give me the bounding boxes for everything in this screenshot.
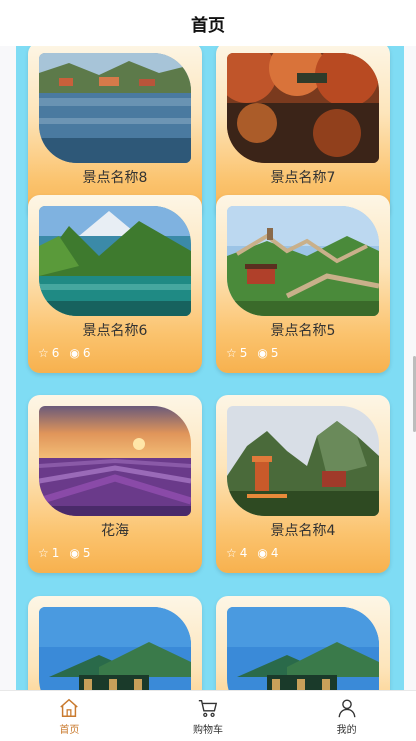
scenic-card[interactable] — [216, 596, 390, 690]
view-count: 6 — [82, 346, 91, 360]
scenic-name: 景点名称8 — [82, 170, 148, 186]
scenic-image — [39, 607, 191, 690]
home-icon — [60, 698, 79, 717]
star-icon: ☆ — [38, 546, 49, 560]
scenic-stats: ☆ 4 ◉ 4 — [226, 546, 279, 560]
tab-mine[interactable]: 我的 — [277, 691, 416, 741]
scenic-image — [227, 53, 379, 163]
page-title: 首页 — [191, 15, 225, 36]
page-header: 首页 — [0, 0, 416, 46]
view-count: 4 — [270, 546, 279, 560]
view-count: 5 — [82, 546, 91, 560]
scenic-image — [39, 406, 191, 516]
scenic-name: 花海 — [101, 523, 129, 539]
user-icon — [338, 699, 356, 718]
eye-icon: ◉ — [257, 546, 268, 560]
star-icon: ☆ — [226, 546, 237, 560]
scenic-image — [227, 607, 379, 690]
cart-icon — [198, 699, 218, 717]
scenic-card[interactable] — [28, 596, 202, 690]
scenic-image — [227, 406, 379, 516]
scenic-name: 景点名称5 — [270, 323, 336, 339]
scenic-image — [39, 206, 191, 316]
scenic-name: 景点名称4 — [270, 523, 336, 539]
star-icon: ☆ — [226, 346, 237, 360]
scenic-list[interactable]: 景点名称8 ☆ 8 ◉ 8 景点名称7 ☆ 7 — [16, 46, 404, 690]
like-count: 4 — [239, 546, 248, 560]
tab-bar: 首页 购物车 我的 — [0, 690, 416, 741]
scenic-stats: ☆ 5 ◉ 5 — [226, 346, 279, 360]
scenic-stats: ☆ 6 ◉ 6 — [38, 346, 91, 360]
eye-icon: ◉ — [257, 346, 268, 360]
star-icon: ☆ — [38, 346, 49, 360]
scenic-name: 景点名称7 — [270, 170, 336, 186]
scenic-card[interactable]: 景点名称6 ☆ 6 ◉ 6 — [28, 195, 202, 373]
eye-icon: ◉ — [69, 346, 80, 360]
like-count: 5 — [239, 346, 248, 360]
scenic-card[interactable]: 景点名称5 ☆ 5 ◉ 5 — [216, 195, 390, 373]
like-count: 6 — [51, 346, 60, 360]
like-count: 1 — [51, 546, 60, 560]
eye-icon: ◉ — [69, 546, 80, 560]
tab-label: 首页 — [59, 725, 80, 736]
scenic-card[interactable]: 景点名称7 ☆ 7 ◉ 7 — [216, 46, 390, 220]
scenic-image — [227, 206, 379, 316]
scenic-name: 景点名称6 — [82, 323, 148, 339]
scenic-card[interactable]: 景点名称4 ☆ 4 ◉ 4 — [216, 395, 390, 573]
scenic-stats: ☆ 1 ◉ 5 — [38, 546, 91, 560]
tab-label: 我的 — [336, 725, 357, 736]
scenic-card[interactable]: 景点名称8 ☆ 8 ◉ 8 — [28, 46, 202, 220]
scenic-image — [39, 53, 191, 163]
tab-home[interactable]: 首页 — [0, 691, 139, 741]
tab-label: 购物车 — [193, 725, 223, 736]
scenic-card[interactable]: 花海 ☆ 1 ◉ 5 — [28, 395, 202, 573]
tab-cart[interactable]: 购物车 — [139, 691, 278, 741]
view-count: 5 — [270, 346, 279, 360]
